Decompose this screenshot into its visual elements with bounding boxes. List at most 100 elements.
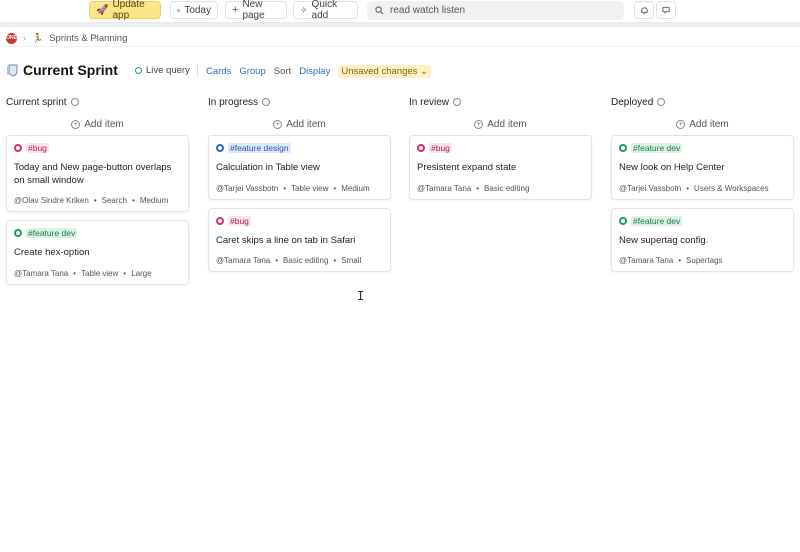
tag-label: #bug (26, 143, 49, 153)
card-tag[interactable]: #feature design (216, 142, 383, 154)
chevron-down-icon: ⌄ (420, 66, 429, 77)
breadcrumb-page[interactable]: Sprints & Planning (49, 33, 127, 44)
card-tag[interactable]: #bug (417, 142, 584, 154)
card-field-value: Search (101, 196, 127, 205)
column-options-icon[interactable] (657, 98, 666, 106)
card-assignee[interactable]: @Tarjei Vassbotn (216, 184, 278, 193)
card-meta: @Olav Sindre Kriken • Search • Medium (14, 196, 181, 205)
card-title: New look on Help Center (619, 162, 725, 173)
chat-icon (661, 6, 670, 13)
column-header[interactable]: In progress (208, 95, 391, 109)
column-header[interactable]: In review (409, 95, 592, 109)
board-column: Current sprint + Add item #bug Today and New… (6, 95, 189, 293)
bullet-separator: • (93, 196, 97, 205)
card-meta: @Tamara Tana • Basic editing • Small (216, 256, 383, 265)
task-card[interactable]: #feature dev New look on Help Center @Tarj… (611, 135, 794, 200)
workspace-logo[interactable]: ONE (6, 32, 17, 44)
view-options: Cards Group Sort Display Unsaved changes… (206, 65, 432, 78)
add-item-label: Add item (487, 119, 527, 130)
quick-add-button[interactable]: ✧ Quick add (293, 0, 358, 21)
toolbar-divider (0, 22, 800, 27)
notifications-button[interactable] (634, 1, 654, 19)
live-query-indicator[interactable]: Live query (135, 65, 190, 76)
new-page-label: New page (242, 0, 265, 21)
card-assignee[interactable]: @Olav Sindre Kriken (14, 196, 89, 205)
card-assignee[interactable]: @Tamara Tana (417, 184, 471, 193)
unsaved-label: Unsaved changes (341, 66, 418, 77)
card-field-value: Small (341, 256, 362, 265)
header-divider (0, 46, 800, 47)
cards-option[interactable]: Cards (206, 66, 231, 77)
page-title: Current Sprint (23, 62, 118, 78)
add-item-button[interactable]: + Add item (6, 117, 189, 132)
tag-dot-icon (216, 216, 224, 225)
card-assignee[interactable]: @Tamara Tana (619, 256, 673, 265)
bullet-separator: • (123, 268, 127, 278)
tag-dot-icon (619, 216, 627, 225)
today-label: Today (184, 4, 211, 16)
search-input[interactable]: read watch listen (367, 1, 624, 20)
live-dot-icon (135, 67, 142, 74)
card-title: Caret skips a line on tab in Safari (216, 234, 356, 246)
new-page-button[interactable]: + New page (225, 0, 287, 21)
bullet-separator: • (678, 256, 682, 265)
bullet-separator: • (686, 183, 690, 193)
task-card[interactable]: #bug Today and New page-button overlaps o… (6, 135, 189, 212)
plus-circle-icon: + (273, 120, 283, 129)
add-item-button[interactable]: + Add item (611, 117, 794, 132)
column-title: In review (409, 96, 450, 108)
card-tag[interactable]: #feature dev (619, 215, 786, 227)
display-option[interactable]: Display (299, 66, 330, 77)
card-assignee[interactable]: @Tamara Tana (216, 256, 270, 265)
tag-label: #bug (429, 143, 452, 153)
update-app-label: Update app (112, 0, 145, 21)
card-title: Presistent expand state (417, 162, 517, 173)
task-card[interactable]: #feature dev New supertag config. @Tamara … (611, 207, 794, 272)
today-button[interactable]: Today (170, 1, 218, 19)
task-card[interactable]: #bug Presistent expand state @Tamara Tana •… (409, 135, 592, 200)
card-tag[interactable]: #feature dev (619, 142, 786, 154)
tag-label: #feature dev (631, 215, 683, 226)
column-title: In progress (208, 96, 259, 108)
bullet-separator: • (283, 183, 287, 193)
card-assignee[interactable]: @Tamara Tana (14, 269, 68, 278)
card-field-value: Users & Workspaces (694, 183, 769, 193)
task-card[interactable]: #feature dev Create hex-option @Tamara Tan… (6, 220, 189, 285)
comments-button[interactable] (656, 1, 676, 19)
card-field-value: Medium (341, 183, 370, 193)
tag-label: #feature dev (631, 143, 683, 153)
add-item-button[interactable]: + Add item (409, 117, 592, 132)
card-field-value: Table view (291, 183, 329, 193)
rocket-icon: 🚀 (96, 4, 109, 16)
sparkle-icon: ✧ (300, 4, 308, 15)
sort-option[interactable]: Sort (274, 66, 291, 77)
card-meta: @Tamara Tana • Table view • Large (14, 269, 181, 278)
runner-icon: 🏃 (32, 32, 44, 43)
add-item-button[interactable]: + Add item (208, 117, 391, 132)
task-card[interactable]: #feature design Calculation in Table view… (208, 135, 391, 200)
bullet-separator: • (73, 268, 77, 278)
task-card[interactable]: #bug Caret skips a line on tab in Safari @… (208, 207, 391, 272)
unsaved-changes-button[interactable]: Unsaved changes ⌄ (338, 65, 432, 78)
add-item-label: Add item (689, 119, 729, 130)
card-field-value: Medium (139, 196, 169, 205)
update-app-button[interactable]: 🚀 Update app (89, 0, 161, 21)
column-options-icon[interactable] (262, 98, 271, 106)
column-options-icon[interactable] (453, 98, 462, 106)
column-header[interactable]: Deployed (611, 95, 794, 109)
card-title: Create hex-option (14, 247, 90, 258)
tag-dot-icon (14, 229, 22, 237)
card-tag[interactable]: #bug (216, 215, 383, 227)
column-header[interactable]: Current sprint (6, 95, 189, 109)
column-options-icon[interactable] (70, 98, 79, 106)
card-tag[interactable]: #feature dev (14, 227, 181, 239)
group-option[interactable]: Group (239, 66, 265, 77)
top-toolbar: 🚀 Update app Today + New page ✧ Quick ad… (0, 0, 800, 22)
card-tag[interactable]: #bug (14, 142, 181, 154)
card-assignee[interactable]: @Tarjei Vassbotn (619, 184, 681, 193)
search-icon (375, 6, 384, 15)
board-column: In review + Add item #bug Presistent expand … (409, 95, 592, 208)
plus-icon: + (232, 4, 239, 16)
add-item-label: Add item (286, 119, 326, 130)
tag-label: #feature dev (26, 228, 78, 238)
